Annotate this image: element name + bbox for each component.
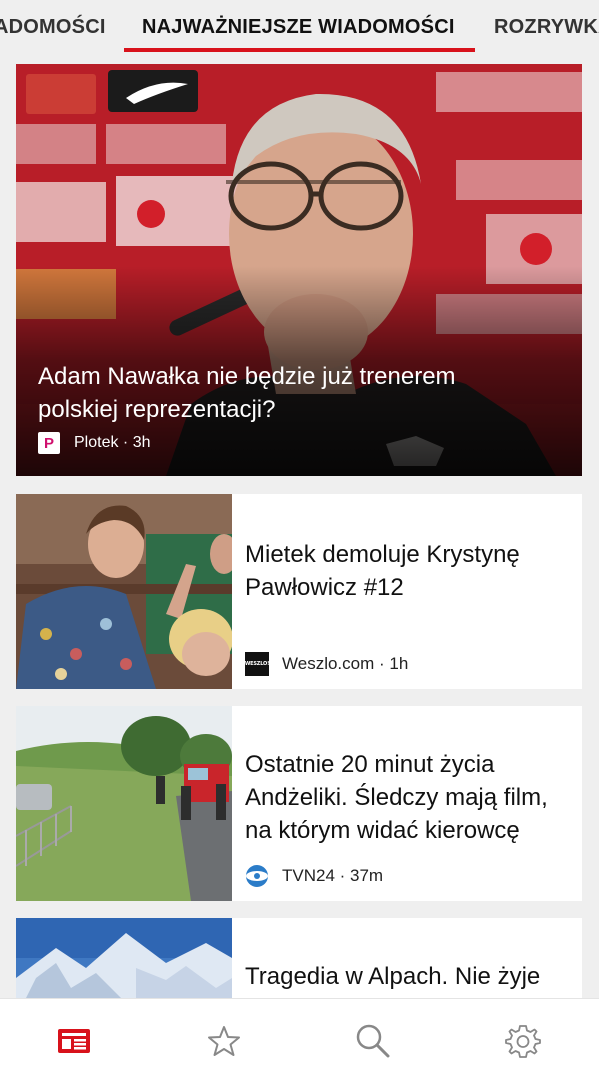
star-icon: [208, 1026, 240, 1056]
tab-previous[interactable]: ADOMOŚCI: [0, 16, 106, 39]
article-title[interactable]: Mietek demoluje Krystynę Pawłowicz #12: [245, 538, 575, 604]
app-screen: ADOMOŚCI NAJWAŻNIEJSZE WIADOMOŚCI ROZRYW…: [0, 0, 599, 1089]
article-thumbnail: [16, 706, 232, 901]
active-tab-indicator: [124, 48, 475, 52]
article-source: TVN24 · 37m: [282, 866, 384, 885]
article-source: Weszlo.com · 1h: [282, 654, 409, 673]
tvn24-logo-icon: [245, 864, 269, 888]
weszlo-logo-icon: WESZLO!: [245, 652, 269, 676]
gear-icon: [505, 1025, 541, 1058]
category-tabs: ADOMOŚCI NAJWAŻNIEJSZE WIADOMOŚCI ROZRYW…: [0, 0, 599, 56]
hero-article-meta: P Plotek · 3h: [38, 432, 150, 454]
nav-search[interactable]: [353, 1021, 393, 1061]
article-thumbnail: [16, 494, 232, 689]
hero-article-source: Plotek · 3h: [74, 434, 151, 451]
tab-top-news[interactable]: NAJWAŻNIEJSZE WIADOMOŚCI: [142, 16, 455, 39]
article-card[interactable]: Mietek demoluje Krystynę Pawłowicz #12 W…: [16, 494, 582, 689]
search-icon: [356, 1024, 390, 1058]
nav-settings[interactable]: [503, 1021, 543, 1061]
news-icon: [58, 1029, 90, 1053]
article-meta: TVN24 · 37m: [245, 864, 383, 888]
plotek-logo-icon: P: [38, 432, 60, 454]
article-card[interactable]: Ostatnie 20 minut życia Andżeliki. Śledc…: [16, 706, 582, 901]
hero-article-card[interactable]: Adam Nawałka nie będzie już trenerem pol…: [16, 64, 582, 476]
nav-favorites[interactable]: [204, 1021, 244, 1061]
bottom-navigation: [0, 998, 599, 1089]
article-title[interactable]: Tragedia w Alpach. Nie żyje: [245, 960, 575, 993]
tab-entertainment[interactable]: ROZRYWKA: [494, 16, 599, 39]
article-title[interactable]: Ostatnie 20 minut życia Andżeliki. Śledc…: [245, 748, 575, 847]
article-meta: WESZLO! Weszlo.com · 1h: [245, 652, 408, 676]
hero-article-title[interactable]: Adam Nawałka nie będzie już trenerem pol…: [38, 360, 538, 426]
nav-news[interactable]: [54, 1021, 94, 1061]
